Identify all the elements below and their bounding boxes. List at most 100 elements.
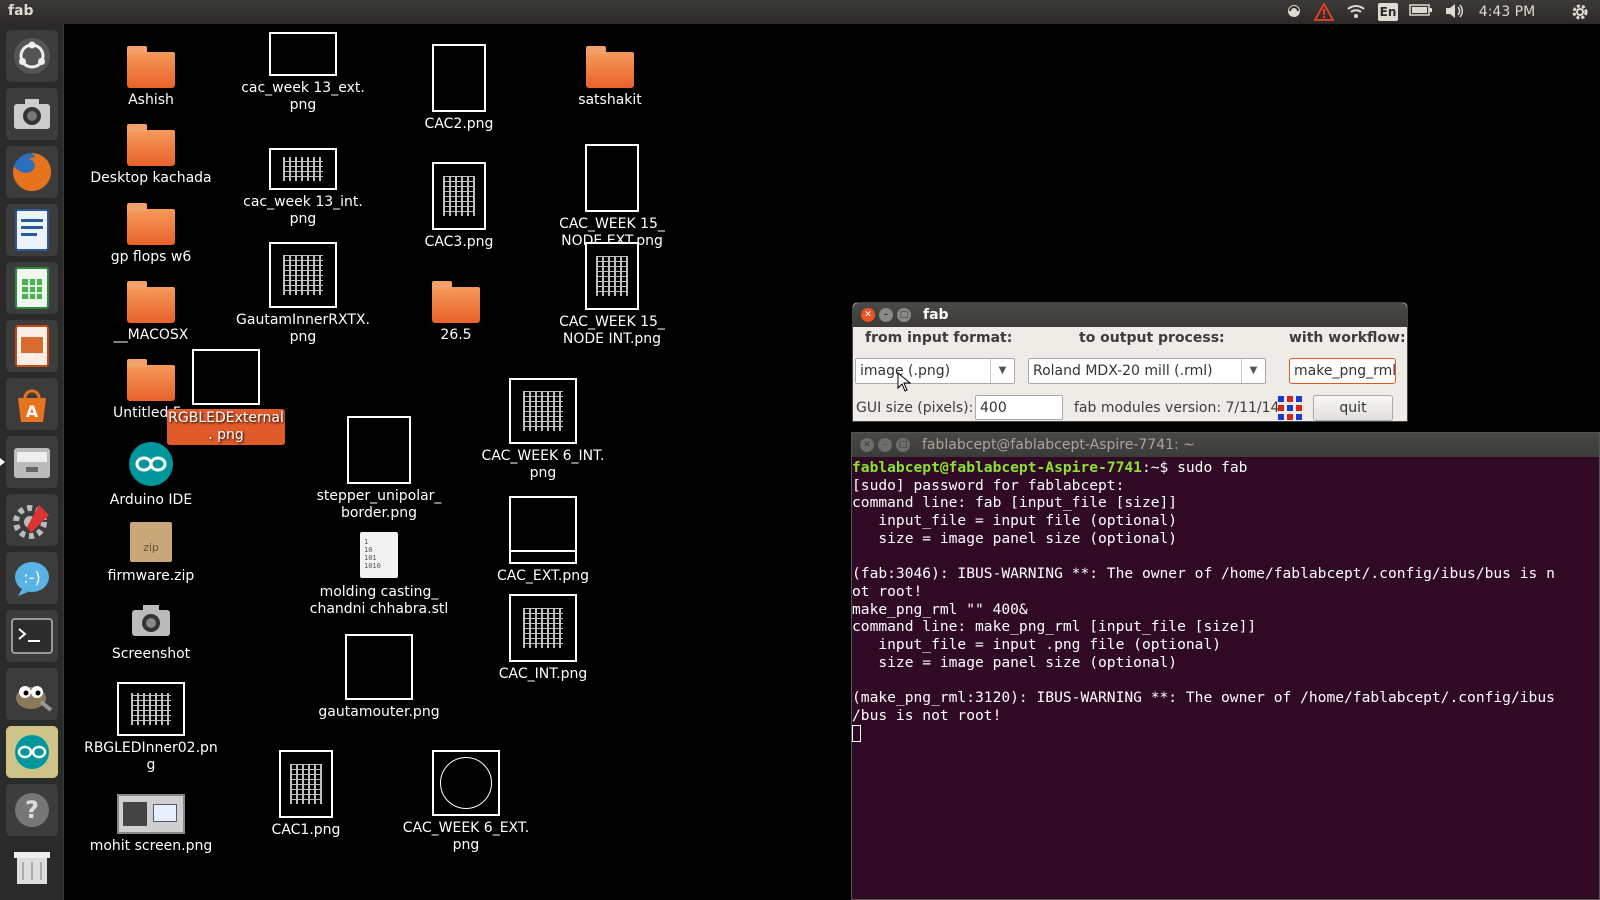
folder-icon (127, 124, 175, 166)
terminal-line: size = image panel size (optional) (852, 529, 1178, 547)
warning-icon[interactable] (1313, 1, 1335, 21)
terminal-line: command line: fab [input_file [size]] (852, 494, 1178, 512)
image-thumbnail (585, 242, 639, 310)
folder-icon (432, 281, 480, 323)
terminal-output[interactable]: fablabcept@fablabcept-Aspire-7741:~$ sud… (852, 457, 1599, 743)
desktop-file-cac-week15-node-ext[interactable]: CAC_WEEK 15_ NODE EXT.png (542, 144, 682, 250)
desktop-file-cac-week6-int[interactable]: CAC_WEEK 6_INT. png (473, 378, 613, 482)
chevron-down-icon[interactable]: ▼ (990, 359, 1014, 383)
desktop-launcher-screenshot[interactable]: Screenshot (81, 600, 221, 663)
desktop-file-firmware-zip[interactable]: zip firmware.zip (81, 522, 221, 585)
terminal-line: make_png_rml "" 400& (852, 600, 1028, 618)
desktop-launcher-arduino-ide[interactable]: Arduino IDE (81, 442, 221, 509)
maximize-icon[interactable]: □ (896, 438, 910, 452)
keyboard-layout-indicator[interactable]: En (1378, 3, 1398, 21)
close-icon[interactable]: ✕ (861, 308, 875, 322)
desktop-file-cac-week13-int[interactable]: cac_week 13_int. png (233, 148, 373, 228)
chevron-down-icon[interactable]: ▼ (1241, 359, 1265, 383)
gear-icon[interactable] (1570, 3, 1590, 21)
terminal-line: (make_png_rml:3120): IBUS-WARNING **: Th… (852, 689, 1555, 707)
empathy-icon[interactable]: :-) (6, 552, 58, 604)
launcher: A :-) ? (0, 24, 64, 900)
libreoffice-writer-icon[interactable] (6, 204, 58, 256)
fab-window-titlebar[interactable]: ✕ – □ fab (853, 303, 1407, 327)
close-icon[interactable]: ✕ (860, 438, 874, 452)
desktop-folder-26-5[interactable]: 26.5 (386, 281, 526, 344)
system-settings-icon[interactable] (6, 494, 58, 546)
files-icon[interactable] (0, 436, 58, 488)
help-icon[interactable]: ? (6, 784, 58, 836)
desktop-folder-satshakit[interactable]: satshakit (540, 46, 680, 109)
terminal-line: size = image panel size (optional) (852, 653, 1178, 671)
maximize-icon[interactable]: □ (897, 308, 911, 322)
image-thumbnail (279, 750, 333, 818)
desktop-file-rbgledinner02[interactable]: RBGLEDInner02.png (81, 682, 221, 774)
terminal-line: [sudo] password for fablabcept: (852, 476, 1125, 494)
wifi-icon[interactable] (1346, 3, 1366, 21)
folder-icon (127, 46, 175, 88)
desktop-folder-macosx[interactable]: __MACOSX (81, 281, 221, 344)
gimp-icon[interactable] (6, 668, 58, 720)
folder-icon (127, 203, 175, 245)
desktop-folder-gp-flops-w6[interactable]: gp flops w6 (81, 203, 221, 266)
image-thumbnail (347, 416, 411, 484)
image-thumbnail (269, 148, 337, 190)
minimize-icon[interactable]: – (878, 438, 892, 452)
folder-icon (127, 281, 175, 323)
terminal-line: /bus is not root! (852, 706, 1002, 724)
to-output-process-label: to output process: (1079, 330, 1225, 346)
firefox-icon[interactable] (6, 146, 58, 198)
image-thumbnail (117, 794, 185, 834)
image-thumbnail (269, 242, 337, 308)
desktop-file-molding-casting-stl[interactable]: 1 10 101 1010 molding casting_ chandni chha… (309, 532, 449, 618)
desktop-file-gautamouter[interactable]: gautamouter.png (309, 634, 449, 721)
folder-icon (586, 46, 634, 88)
camera-icon (128, 600, 174, 640)
volume-icon[interactable] (1444, 3, 1466, 21)
quit-button[interactable]: quit (1313, 395, 1393, 421)
image-thumbnail (432, 162, 486, 230)
image-thumbnail (509, 496, 577, 564)
minimize-icon[interactable]: – (879, 308, 893, 322)
svg-text:A: A (26, 402, 39, 421)
desktop-file-cac-week13-ext[interactable]: cac_week 13_ext. png (233, 32, 373, 114)
desktop-file-cac-week15-node-int[interactable]: CAC_WEEK 15_ NODE INT.png (542, 242, 682, 348)
binary-file-icon: 1 10 101 1010 (360, 532, 398, 578)
clock[interactable]: 4:43 PM (1478, 3, 1536, 21)
desktop-file-cac-ext[interactable]: CAC_EXT.png (473, 496, 613, 585)
desktop-file-rgbledexternal[interactable]: RGBLEDExternal. png (156, 349, 296, 445)
with-workflow-label: with workflow: (1289, 330, 1406, 346)
zip-archive-icon: zip (130, 522, 172, 562)
desktop-file-cac3[interactable]: CAC3.png (389, 162, 529, 251)
dash-home-icon[interactable] (6, 30, 58, 82)
desktop-file-gautaminnerrxtx[interactable]: GautamInnerRXTX. png (233, 242, 373, 346)
svg-text::-): :-) (23, 568, 40, 587)
desktop-file-stepper-unipolar-border[interactable]: stepper_unipolar_ border.png (309, 416, 449, 522)
input-format-select[interactable]: image (.png) ▼ (855, 358, 1015, 384)
desktop-file-cac-week6-ext[interactable]: CAC_WEEK 6_EXT. png (396, 750, 536, 854)
terminal-titlebar[interactable]: ✕ – □ fablabcept@fablabcept-Aspire-7741:… (852, 433, 1599, 457)
arduino-icon[interactable] (6, 726, 58, 778)
sync-icon[interactable] (1286, 3, 1302, 21)
fab-window-title: fab (923, 307, 949, 323)
software-center-icon[interactable]: A (6, 378, 58, 430)
desktop-file-cac1[interactable]: CAC1.png (236, 750, 376, 839)
libreoffice-calc-icon[interactable] (6, 262, 58, 314)
terminal-window: ✕ – □ fablabcept@fablabcept-Aspire-7741:… (851, 432, 1600, 900)
workflow-field[interactable]: make_png_rml (1289, 358, 1396, 384)
battery-icon[interactable] (1409, 3, 1433, 21)
desktop-file-cac-int[interactable]: CAC_INT.png (473, 594, 613, 683)
desktop-folder-desktop-kachada[interactable]: Desktop kachada (81, 124, 221, 187)
desktop-folder-ashish[interactable]: Ashish (81, 46, 221, 109)
desktop-file-cac2[interactable]: CAC2.png (389, 44, 529, 133)
terminal-line: (fab:3046): IBUS-WARNING **: The owner o… (852, 565, 1555, 583)
gui-size-input[interactable]: 400 (975, 395, 1063, 420)
trash-icon[interactable] (6, 842, 58, 894)
camera-icon[interactable] (6, 88, 58, 140)
desktop-file-mohit-screen[interactable]: mohit screen.png (81, 794, 221, 855)
terminal-line: command line: make_png_rml [input_file [… (852, 618, 1257, 636)
prompt-line: fablabcept@fablabcept-Aspire-7741:~$ sud… (852, 459, 1247, 476)
output-process-select[interactable]: Roland MDX-20 mill (.rml) ▼ (1028, 358, 1266, 384)
terminal-icon[interactable] (6, 610, 58, 662)
libreoffice-impress-icon[interactable] (6, 320, 58, 372)
